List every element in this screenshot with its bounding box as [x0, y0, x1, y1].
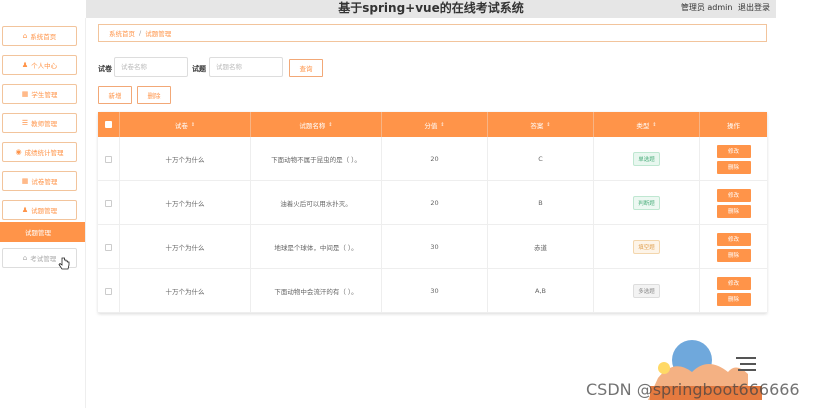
- delete-button[interactable]: 删除: [716, 248, 751, 262]
- app-title: 基于spring+vue的在线考试系统: [338, 1, 524, 15]
- table-row: 十万个为什么 下面动物中会流汗的有（ ）。 30 A,B 多选题 修改 删除: [98, 269, 767, 313]
- sidebar-item-profile[interactable]: ♟ 个人中心: [2, 55, 77, 75]
- answer-cell: 赤道: [488, 225, 594, 269]
- select-all-cell[interactable]: [98, 112, 120, 137]
- edit-button[interactable]: 修改: [716, 232, 751, 246]
- query-button[interactable]: 查询: [289, 59, 323, 77]
- breadcrumb-home[interactable]: 系统首页: [109, 28, 135, 38]
- question-search-input[interactable]: [209, 57, 283, 77]
- delete-button[interactable]: 删除: [716, 160, 751, 174]
- sidebar-item-label: 系统首页: [30, 33, 57, 41]
- sidebar-subitem-questions-active[interactable]: 试题管理: [0, 222, 85, 242]
- user-info: 管理员 admin 退出登录: [678, 2, 770, 13]
- paper-cell: 十万个为什么: [120, 137, 251, 181]
- edit-button[interactable]: 修改: [716, 276, 751, 290]
- paper-cell: 十万个为什么: [120, 225, 251, 269]
- exam-icon: ⌂: [22, 254, 28, 262]
- type-badge: 多选题: [633, 284, 660, 298]
- table-row: 十万个为什么 油着火后可以用水扑灭。 20 B 判断题 修改 删除: [98, 181, 767, 225]
- row-checkbox[interactable]: [105, 199, 112, 207]
- score-cell: 20: [382, 137, 488, 181]
- edit-button[interactable]: 修改: [716, 188, 751, 202]
- sidebar-item-students[interactable]: ▦ 学生管理: [2, 84, 77, 104]
- score-cell: 30: [382, 225, 488, 269]
- list-icon: ☰: [21, 119, 29, 127]
- select-all-checkbox[interactable]: [105, 121, 112, 128]
- hand-cursor-icon: [58, 257, 70, 270]
- sidebar: ⌂ 系统首页 ♟ 个人中心 ▦ 学生管理 ☰ 教师管理 ◉ 成绩统计管理 ▦ 试…: [0, 18, 86, 408]
- paper-cell: 十万个为什么: [120, 181, 251, 225]
- breadcrumb-current: 试题管理: [145, 30, 172, 38]
- sidebar-item-label: 成绩统计管理: [24, 149, 64, 157]
- sort-icon[interactable]: ⇕: [546, 122, 550, 128]
- answer-cell: C: [488, 137, 594, 181]
- sort-icon[interactable]: ⇕: [191, 122, 195, 128]
- user-icon: ♟: [21, 206, 29, 214]
- answer-cell: B: [488, 181, 594, 225]
- user-icon: ♟: [21, 61, 29, 69]
- table-row: 十万个为什么 下面动物不属于昆虫的是（ ）。 20 C 单选题 修改 删除: [98, 137, 767, 181]
- type-badge: 单选题: [633, 152, 660, 166]
- sidebar-item-home[interactable]: ⌂ 系统首页: [2, 26, 77, 46]
- score-cell: 20: [382, 181, 488, 225]
- question-cell: 油着火后可以用水扑灭。: [251, 181, 382, 225]
- grid-icon: ▦: [21, 90, 29, 98]
- question-cell: 下面动物中会流汗的有（ ）。: [251, 269, 382, 313]
- logout-link[interactable]: 退出登录: [738, 3, 770, 12]
- table-header: 试卷 ⇕ 试题名称 ⇕ 分值 ⇕ 答案 ⇕ 类型 ⇕ 操作: [98, 112, 767, 137]
- top-bar: 基于spring+vue的在线考试系统 管理员 admin 退出登录: [86, 0, 776, 18]
- sidebar-item-papers[interactable]: ▦ 试卷管理: [2, 171, 77, 191]
- user-label: 管理员 admin: [680, 3, 733, 12]
- column-header-paper[interactable]: 试卷 ⇕: [120, 112, 251, 137]
- sidebar-item-label: 学生管理: [31, 91, 58, 99]
- chart-icon: ◉: [15, 148, 22, 156]
- sidebar-item-teachers[interactable]: ☰ 教师管理: [2, 113, 77, 133]
- paper-search-input[interactable]: [114, 57, 188, 77]
- type-badge: 填空题: [633, 240, 660, 254]
- table-row: 十万个为什么 地球是个球体，中间是（ ）。 30 赤道 填空题 修改 删除: [98, 225, 767, 269]
- score-cell: 30: [382, 269, 488, 313]
- column-header-type[interactable]: 类型 ⇕: [594, 112, 700, 137]
- answer-cell: A,B: [488, 269, 594, 313]
- csdn-watermark: CSDN @springboot666666: [586, 380, 800, 399]
- question-cell: 下面动物不属于昆虫的是（ ）。: [251, 137, 382, 181]
- sidebar-item-label: 个人中心: [31, 62, 58, 70]
- sidebar-item-score-stats[interactable]: ◉ 成绩统计管理: [2, 142, 77, 162]
- sort-icon[interactable]: ⇕: [328, 122, 332, 128]
- sort-icon[interactable]: ⇕: [652, 122, 656, 128]
- edit-button[interactable]: 修改: [716, 144, 751, 158]
- row-checkbox[interactable]: [105, 155, 112, 163]
- home-icon: ⌂: [22, 32, 28, 40]
- breadcrumb-separator-icon: /: [139, 29, 142, 37]
- delete-button[interactable]: 删除: [716, 292, 751, 306]
- column-header-question[interactable]: 试题名称 ⇕: [251, 112, 382, 137]
- question-cell: 地球是个球体，中间是（ ）。: [251, 225, 382, 269]
- type-badge: 判断题: [633, 196, 660, 210]
- column-header-actions: 操作: [727, 121, 740, 130]
- sidebar-item-label: 试题管理: [25, 229, 51, 237]
- sidebar-item-questions[interactable]: ♟ 试题管理: [2, 200, 77, 220]
- row-checkbox[interactable]: [105, 243, 112, 251]
- sidebar-item-label: 试题管理: [31, 207, 58, 215]
- row-checkbox[interactable]: [105, 287, 112, 295]
- paper-search-label: 试卷: [98, 65, 112, 73]
- add-button[interactable]: 新增: [98, 86, 132, 104]
- delete-button[interactable]: 删除: [716, 204, 751, 218]
- sidebar-item-label: 考试管理: [30, 255, 57, 263]
- batch-delete-button[interactable]: 删除: [137, 86, 171, 104]
- questions-table: 试卷 ⇕ 试题名称 ⇕ 分值 ⇕ 答案 ⇕ 类型 ⇕ 操作 十万个为什么 下面动物不属于昆…: [98, 112, 767, 313]
- question-search-label: 试题: [192, 65, 206, 73]
- grid-icon: ▦: [21, 177, 29, 185]
- breadcrumb: 系统首页 / 试题管理: [98, 24, 767, 42]
- column-header-score[interactable]: 分值 ⇕: [382, 112, 488, 137]
- sidebar-item-label: 教师管理: [31, 120, 58, 128]
- sidebar-item-label: 试卷管理: [31, 178, 58, 186]
- sort-icon[interactable]: ⇕: [440, 122, 444, 128]
- paper-cell: 十万个为什么: [120, 269, 251, 313]
- column-header-answer[interactable]: 答案 ⇕: [488, 112, 594, 137]
